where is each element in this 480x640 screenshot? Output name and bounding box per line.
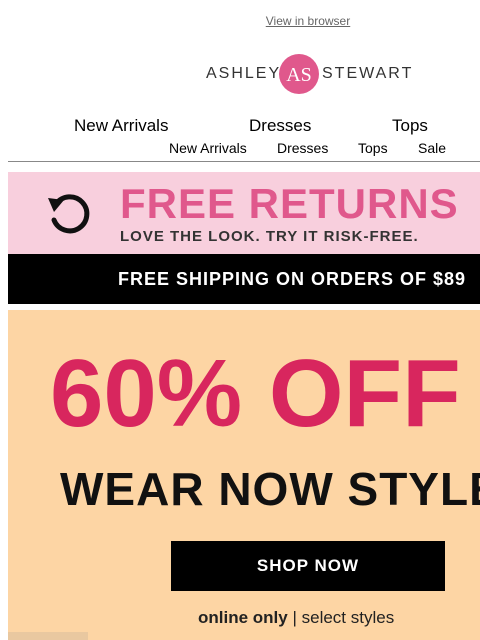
logo-monogram-icon: AS <box>279 54 319 94</box>
promo-subheadline: WEAR NOW STYLES <box>60 463 480 515</box>
promo-note: online only | select styles <box>198 608 394 628</box>
promo-note-separator: | <box>287 608 302 627</box>
shipping-text: FREE SHIPPING ON ORDERS OF $89 <box>118 269 467 289</box>
return-arrow-icon <box>48 194 90 234</box>
nav-dresses[interactable]: Dresses <box>249 116 311 136</box>
shop-now-button[interactable]: SHOP NOW <box>171 541 445 591</box>
subnav-new-arrivals[interactable]: New Arrivals <box>169 140 247 156</box>
nav-tops[interactable]: Tops <box>392 116 428 136</box>
ashley-stewart-logo[interactable]: ASHLEY AS STEWART <box>206 52 412 96</box>
subnav-tops[interactable]: Tops <box>358 140 388 156</box>
promo-bottom-shade <box>8 632 88 640</box>
free-shipping-banner[interactable]: FREE SHIPPING ON ORDERS OF $89 <box>8 254 480 304</box>
nav-new-arrivals[interactable]: New Arrivals <box>74 116 168 136</box>
promo-headline: 60% OFF <box>50 340 461 447</box>
subnav-dresses[interactable]: Dresses <box>277 140 328 156</box>
returns-subtitle: LOVE THE LOOK. TRY IT RISK-FREE. <box>120 228 419 245</box>
promo-note-bold: online only <box>198 608 288 627</box>
free-returns-banner[interactable]: FREE RETURNS LOVE THE LOOK. TRY IT RISK-… <box>8 172 480 254</box>
subnav-sale[interactable]: Sale <box>418 140 446 156</box>
promo-note-rest: select styles <box>301 608 395 627</box>
logo-word-right: STEWART <box>322 65 414 82</box>
logo-word-left: ASHLEY <box>206 65 282 82</box>
primary-nav: New Arrivals Dresses Tops <box>0 116 480 136</box>
svg-text:AS: AS <box>286 64 312 86</box>
divider <box>8 161 480 162</box>
view-in-browser-link[interactable]: View in browser <box>250 14 366 28</box>
promo-banner[interactable]: 60% OFF WEAR NOW STYLES SHOP NOW online … <box>8 310 480 640</box>
secondary-nav: New Arrivals Dresses Tops Sale <box>0 140 480 158</box>
returns-title: FREE RETURNS <box>120 180 459 227</box>
